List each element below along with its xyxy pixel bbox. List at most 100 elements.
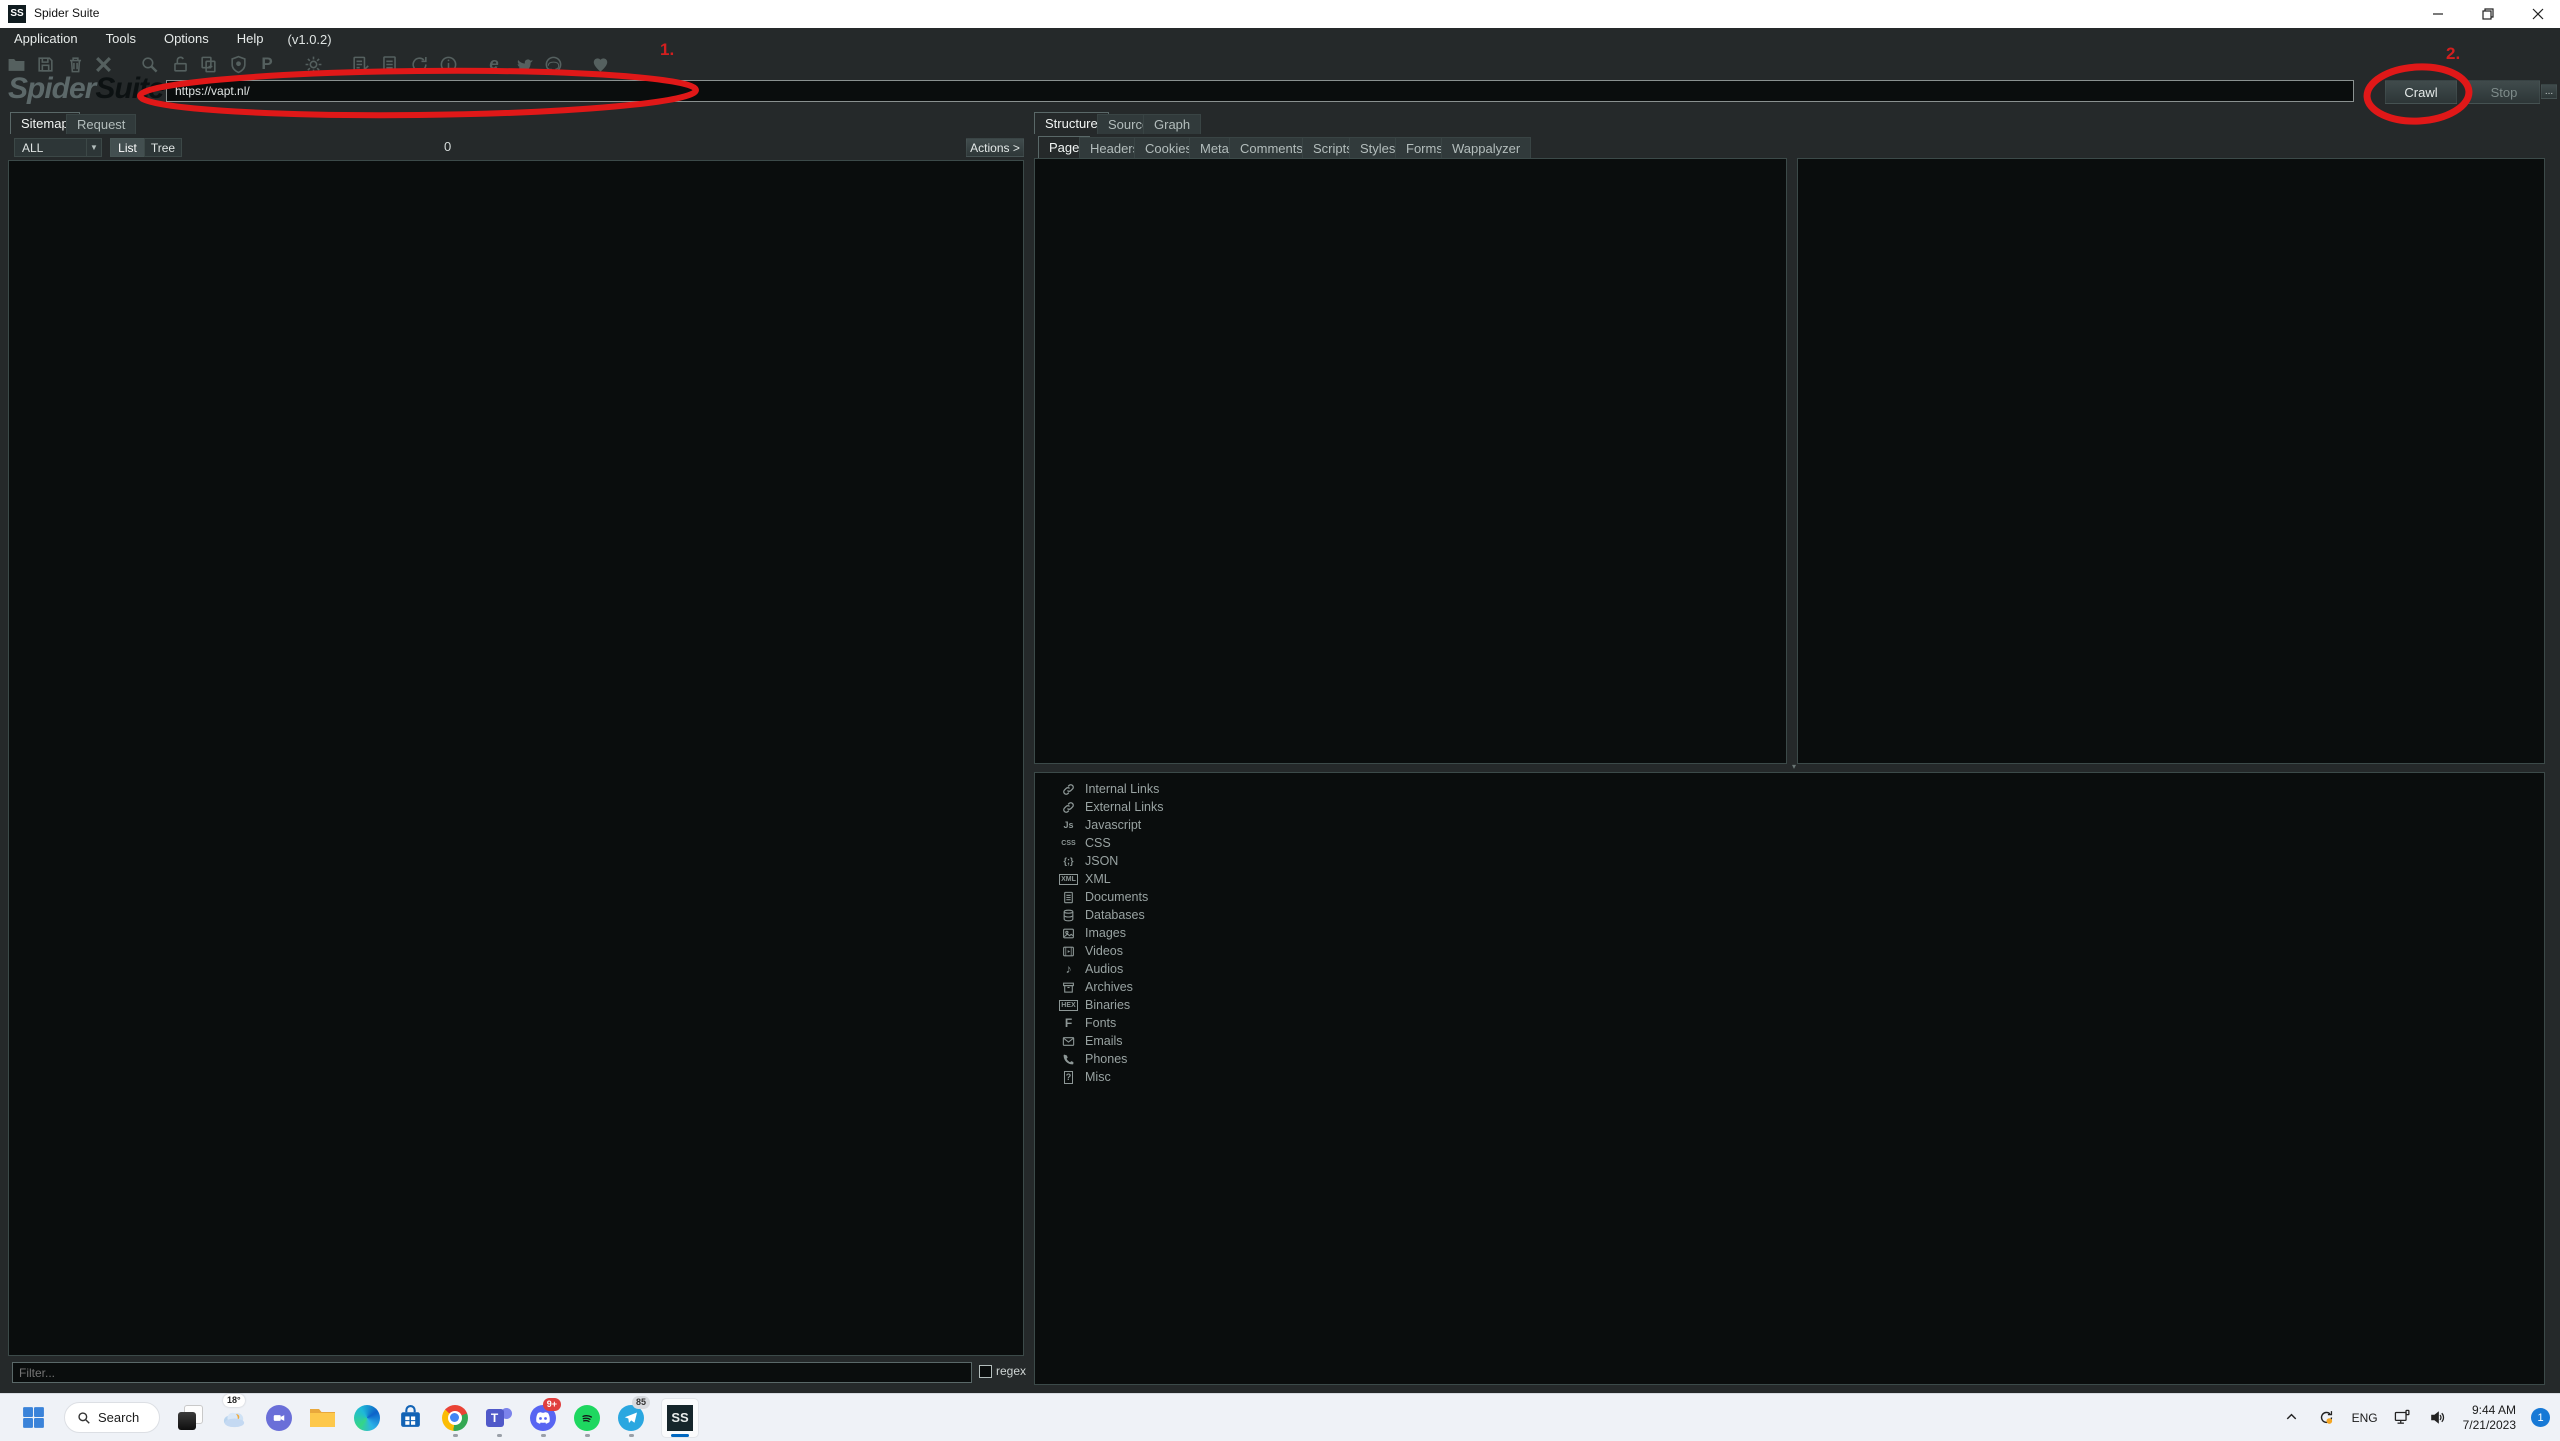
category-emails[interactable]: Emails	[1061, 1032, 1123, 1050]
category-label: Videos	[1085, 944, 1123, 958]
task-view-button[interactable]	[177, 1398, 204, 1438]
menu-options[interactable]: Options	[150, 28, 223, 50]
store-bag-icon	[398, 1405, 423, 1430]
category-javascript[interactable]: JsJavascript	[1061, 816, 1141, 834]
edge-browser-button[interactable]	[353, 1398, 380, 1438]
document-icon	[1061, 890, 1076, 905]
category-documents[interactable]: Documents	[1061, 888, 1148, 906]
tray-time: 9:44 AM	[2463, 1403, 2516, 1418]
more-options-button[interactable]: ...	[2541, 84, 2557, 99]
regex-option: regex	[979, 1364, 1026, 1378]
category-archives[interactable]: Archives	[1061, 978, 1133, 996]
category-label: Binaries	[1085, 998, 1130, 1012]
spotify-button[interactable]	[573, 1398, 600, 1438]
splitter-handle[interactable]: ▾	[1788, 764, 1800, 770]
discord-button[interactable]: 9+	[529, 1398, 556, 1438]
actions-button[interactable]: Actions >	[966, 138, 1024, 157]
microsoft-store-button[interactable]	[397, 1398, 424, 1438]
copy-icon[interactable]	[195, 53, 221, 75]
notification-count-badge[interactable]: 1	[2531, 1408, 2550, 1427]
cloud-icon	[221, 1408, 248, 1428]
search-icon	[77, 1411, 91, 1425]
version-label: (v1.0.2)	[278, 32, 342, 47]
camera-icon	[272, 1411, 286, 1425]
image-icon	[1061, 926, 1076, 941]
category-label: Documents	[1085, 890, 1148, 904]
chrome-button[interactable]	[441, 1398, 468, 1438]
category-fonts[interactable]: FFonts	[1061, 1014, 1116, 1032]
file-explorer-button[interactable]	[309, 1398, 336, 1438]
donate-heart-icon[interactable]	[587, 53, 613, 75]
menu-tools[interactable]: Tools	[92, 28, 150, 50]
spider-suite-taskbar-button[interactable]: SS	[661, 1398, 699, 1438]
tray-network-icon[interactable]	[2393, 1408, 2413, 1428]
report-icon[interactable]	[347, 53, 373, 75]
restore-button[interactable]	[2466, 0, 2510, 28]
refresh-icon[interactable]	[406, 53, 432, 75]
subtab-wappalyzer[interactable]: Wappalyzer	[1441, 137, 1531, 158]
category-label: XML	[1085, 872, 1111, 886]
info-icon[interactable]	[435, 53, 461, 75]
category-internal-links[interactable]: Internal Links	[1061, 780, 1159, 798]
tray-chevron-up-icon[interactable]	[2282, 1408, 2302, 1428]
video-chat-app-button[interactable]	[265, 1398, 292, 1438]
phone-icon	[1061, 1052, 1076, 1067]
tray-clock[interactable]: 9:44 AM 7/21/2023	[2463, 1403, 2516, 1433]
close-button[interactable]	[2516, 0, 2560, 28]
category-external-links[interactable]: External Links	[1061, 798, 1164, 816]
shield-icon[interactable]	[225, 53, 251, 75]
tray-volume-icon[interactable]	[2428, 1408, 2448, 1428]
taskbar-search[interactable]: Search	[64, 1402, 160, 1433]
unlock-icon[interactable]	[167, 53, 193, 75]
structure-pane-left	[1034, 158, 1787, 764]
twitter-icon[interactable]	[511, 53, 537, 75]
weather-badge: 18°	[223, 1394, 245, 1407]
tray-language[interactable]: ENG	[2352, 1411, 2378, 1425]
category-images[interactable]: Images	[1061, 924, 1126, 942]
category-label: Images	[1085, 926, 1126, 940]
category-databases[interactable]: Databases	[1061, 906, 1145, 924]
category-label: Audios	[1085, 962, 1123, 976]
tray-sync-icon[interactable]	[2317, 1408, 2337, 1428]
github-icon[interactable]	[540, 53, 566, 75]
braces-icon: {;}	[1061, 854, 1076, 869]
view-list-button[interactable]: List	[110, 138, 145, 157]
tab-request[interactable]: Request	[66, 114, 136, 134]
category-label: Databases	[1085, 908, 1145, 922]
category-audios[interactable]: ♪Audios	[1061, 960, 1123, 978]
start-button[interactable]	[20, 1398, 47, 1438]
crawl-button[interactable]: Crawl	[2385, 80, 2457, 104]
category-xml[interactable]: XMLXML	[1061, 870, 1111, 888]
css-icon: CSS	[1061, 836, 1076, 851]
regex-checkbox[interactable]	[979, 1365, 992, 1378]
stop-button[interactable]: Stop	[2468, 80, 2540, 104]
settings-gear-icon[interactable]	[300, 53, 326, 75]
category-label: External Links	[1085, 800, 1164, 814]
telegram-button[interactable]: 85	[617, 1398, 644, 1438]
view-tree-button[interactable]: Tree	[144, 138, 182, 157]
proxy-p-icon[interactable]: P	[254, 53, 280, 75]
spider-suite-app-icon: SS	[667, 1405, 693, 1431]
widgets-weather-button[interactable]: 18°	[221, 1398, 248, 1438]
category-label: Archives	[1085, 980, 1133, 994]
sitemap-list-area	[8, 160, 1024, 1356]
category-label: Fonts	[1085, 1016, 1116, 1030]
js-icon: Js	[1061, 818, 1076, 833]
category-binaries[interactable]: HEXBinaries	[1061, 996, 1130, 1014]
category-json[interactable]: {;}JSON	[1061, 852, 1118, 870]
filter-type-value: ALL	[22, 141, 43, 155]
category-css[interactable]: CSSCSS	[1061, 834, 1111, 852]
document-icon[interactable]	[376, 53, 402, 75]
tab-graph[interactable]: Graph	[1143, 114, 1201, 134]
menu-help[interactable]: Help	[223, 28, 278, 50]
filter-type-dropdown[interactable]: ALL ▼	[14, 138, 102, 157]
filter-input[interactable]	[12, 1362, 972, 1383]
category-misc[interactable]: ?Misc	[1061, 1068, 1111, 1086]
category-phones[interactable]: Phones	[1061, 1050, 1127, 1068]
url-input[interactable]	[166, 80, 2354, 102]
explorer-e-icon[interactable]: e	[481, 53, 507, 75]
category-videos[interactable]: Videos	[1061, 942, 1123, 960]
teams-button[interactable]: T	[485, 1398, 512, 1438]
minimize-button[interactable]	[2416, 0, 2460, 28]
menu-application[interactable]: Application	[0, 28, 92, 50]
